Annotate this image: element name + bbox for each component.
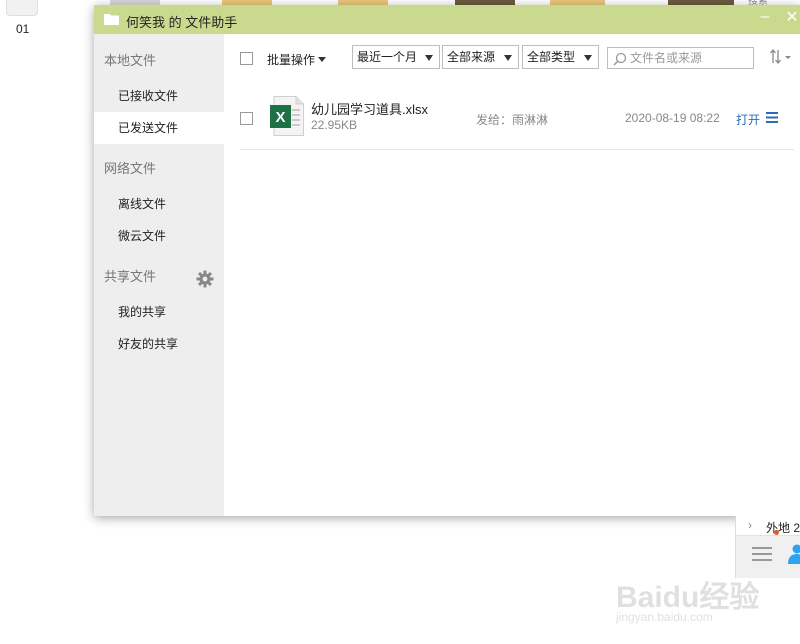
hamburger-menu-icon[interactable] [752, 546, 772, 562]
file-assistant-window: 何笑我 的 文件助手 – ✕ 本地文件 已接收文件 已发送文件 网络文件 离线文… [94, 5, 800, 516]
sidebar-item-friend-shares[interactable]: 好友的共享 [94, 328, 224, 360]
source-filter-value: 全部来源 [447, 50, 496, 64]
sidebar-item-sent[interactable]: 已发送文件 [94, 112, 224, 144]
excel-file-icon: X [270, 96, 304, 136]
select-all-checkbox[interactable] [240, 52, 253, 65]
sidebar-item-my-shares[interactable]: 我的共享 [94, 296, 224, 328]
watermark: Baidu经验 jingyan.baidu.com [610, 570, 790, 630]
file-row[interactable]: X 幼儿园学习道具.xlsx 22.95KB 发给：雨淋淋 2020-08-19… [240, 91, 794, 150]
excel-letter: X [275, 109, 285, 126]
batch-operation-label: 批量操作 [267, 53, 316, 67]
open-file-link[interactable]: 打开 [736, 111, 760, 128]
folder-icon [104, 14, 119, 25]
time-filter-value: 最近一个月 [357, 50, 418, 64]
type-filter-value: 全部类型 [527, 50, 576, 64]
peek-text: 外地 2 [766, 521, 800, 535]
contact-icon[interactable] [788, 544, 800, 564]
file-row-checkbox[interactable] [240, 112, 253, 125]
close-button[interactable]: ✕ [784, 10, 800, 26]
source-filter-select[interactable]: 全部来源 [442, 45, 519, 69]
search-icon [613, 52, 627, 66]
peek-header: › 外地 2 [736, 516, 800, 536]
watermark-url: jingyan.baidu.com [616, 610, 713, 624]
sidebar-group-network: 网络文件 [104, 161, 157, 176]
folder-icon [6, 0, 38, 16]
sidebar-group-local: 本地文件 [104, 53, 157, 68]
caret-down-icon [318, 57, 327, 62]
search-input[interactable] [630, 50, 750, 66]
time-filter-select[interactable]: 最近一个月 [352, 45, 440, 69]
file-size: 22.95KB [311, 118, 358, 132]
dropdown-arrow-icon [584, 55, 592, 61]
dropdown-arrow-icon [425, 55, 433, 61]
sidebar: 本地文件 已接收文件 已发送文件 网络文件 离线文件 微云文件 共享文件 我的共… [94, 34, 224, 516]
notification-dot [774, 530, 779, 535]
batch-operation-button[interactable]: 批量操作 [267, 51, 327, 68]
sidebar-item-received[interactable]: 已接收文件 [94, 80, 224, 112]
gear-icon[interactable] [196, 270, 214, 288]
type-filter-select[interactable]: 全部类型 [522, 45, 599, 69]
desktop-icon-label: 01 [16, 22, 30, 36]
dropdown-arrow-icon [504, 55, 512, 61]
file-date: 2020-08-19 08:22 [625, 111, 720, 125]
sidebar-item-offline[interactable]: 离线文件 [94, 188, 224, 220]
sidebar-item-weiyun[interactable]: 微云文件 [94, 220, 224, 252]
chevron-right-icon: › [748, 518, 752, 532]
window-title: 何笑我 的 文件助手 [126, 15, 238, 30]
file-sender: 发给：雨淋淋 [476, 113, 549, 127]
file-list-panel: 批量操作 最近一个月 全部来源 全部类型 文件名或来源 X 幼儿园学习道具.xl… [224, 34, 800, 516]
title-bar[interactable]: 何笑我 的 文件助手 – ✕ [94, 5, 800, 34]
sidebar-group-shared: 共享文件 [104, 269, 157, 284]
background-window-peek: › 外地 2 [735, 516, 800, 578]
minimize-button[interactable]: – [758, 9, 772, 25]
search-box [607, 47, 754, 69]
more-menu-icon[interactable] [766, 112, 778, 123]
file-name[interactable]: 幼儿园学习道具.xlsx [311, 99, 428, 118]
sort-icon[interactable] [769, 48, 795, 66]
